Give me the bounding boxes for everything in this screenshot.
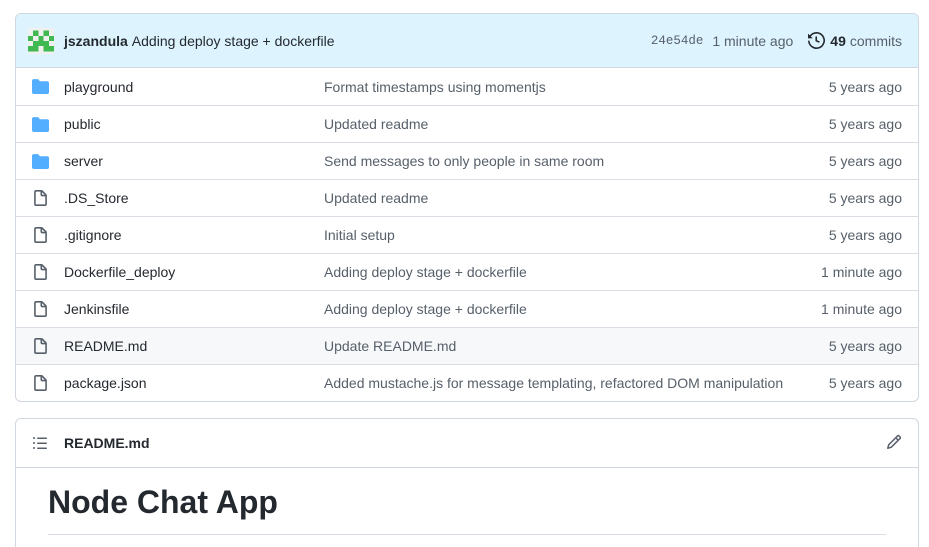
folder-icon xyxy=(32,78,49,95)
avatar[interactable] xyxy=(28,27,54,54)
readme-heading: Node Chat App xyxy=(48,484,886,535)
file-commit-message[interactable]: Format timestamps using momentjs xyxy=(324,79,546,95)
file-icon xyxy=(32,338,49,355)
commits-count: 49 xyxy=(830,32,846,49)
readme-filename[interactable]: README.md xyxy=(64,435,150,451)
file-commit-message[interactable]: Adding deploy stage + dockerfile xyxy=(324,264,527,280)
file-commit-message[interactable]: Added mustache.js for message templating… xyxy=(324,375,783,391)
file-row[interactable]: Dockerfile_deploy Adding deploy stage + d… xyxy=(16,253,918,290)
readme-panel: README.md Node Chat App xyxy=(15,418,919,547)
file-commit-age: 1 minute ago xyxy=(821,264,902,280)
file-name-link[interactable]: README.md xyxy=(64,338,147,354)
file-name-link[interactable]: .gitignore xyxy=(64,227,122,243)
file-row[interactable]: README.md Update README.md 5 years ago xyxy=(16,327,918,364)
file-name-link[interactable]: Jenkinsfile xyxy=(64,301,129,317)
file-row[interactable]: .DS_Store Updated readme 5 years ago xyxy=(16,179,918,216)
file-commit-age: 5 years ago xyxy=(828,153,902,169)
file-browser: jszandula Adding deploy stage + dockerfi… xyxy=(15,13,919,402)
file-icon xyxy=(32,375,49,392)
readme-header: README.md xyxy=(16,419,918,468)
commit-sha[interactable]: 24e54de xyxy=(651,34,704,48)
readme-content: Node Chat App xyxy=(16,468,918,535)
file-commit-age: 5 years ago xyxy=(828,375,902,391)
file-row[interactable]: playground Format timestamps using moment… xyxy=(16,68,918,105)
commit-time[interactable]: 1 minute ago xyxy=(712,33,793,49)
file-commit-age: 5 years ago xyxy=(828,227,902,243)
list-icon[interactable] xyxy=(32,435,48,451)
file-name-link[interactable]: .DS_Store xyxy=(64,190,129,206)
file-commit-message[interactable]: Initial setup xyxy=(324,227,395,243)
commit-meta: 24e54de 1 minute ago 49 commits xyxy=(651,32,902,49)
commits-link[interactable]: 49 commits xyxy=(808,32,902,49)
folder-icon xyxy=(32,153,49,170)
file-name-link[interactable]: server xyxy=(64,153,103,169)
commit-message[interactable]: Adding deploy stage + dockerfile xyxy=(132,33,335,49)
file-icon xyxy=(32,264,49,281)
file-row[interactable]: .gitignore Initial setup 5 years ago xyxy=(16,216,918,253)
pencil-icon[interactable] xyxy=(886,434,902,450)
file-commit-age: 5 years ago xyxy=(828,116,902,132)
latest-commit-bar: jszandula Adding deploy stage + dockerfi… xyxy=(16,14,918,68)
file-commit-age: 1 minute ago xyxy=(821,301,902,317)
file-row[interactable]: server Send messages to only people in sa… xyxy=(16,142,918,179)
file-name-link[interactable]: public xyxy=(64,116,101,132)
file-commit-message[interactable]: Updated readme xyxy=(324,116,428,132)
commit-author[interactable]: jszandula xyxy=(64,33,128,49)
file-icon xyxy=(32,190,49,207)
file-commit-message[interactable]: Updated readme xyxy=(324,190,428,206)
folder-icon xyxy=(32,116,49,133)
file-commit-age: 5 years ago xyxy=(828,338,902,354)
file-list: playground Format timestamps using moment… xyxy=(16,68,918,401)
file-commit-message[interactable]: Send messages to only people in same roo… xyxy=(324,153,604,169)
history-icon xyxy=(808,32,826,49)
file-commit-message[interactable]: Update README.md xyxy=(324,338,456,354)
file-row[interactable]: public Updated readme 5 years ago xyxy=(16,105,918,142)
file-commit-age: 5 years ago xyxy=(828,78,902,95)
file-row[interactable]: package.json Added mustache.js for messag… xyxy=(16,364,918,401)
file-name-link[interactable]: package.json xyxy=(64,375,147,391)
file-commit-message[interactable]: Adding deploy stage + dockerfile xyxy=(324,301,527,317)
commits-label: commits xyxy=(849,32,902,49)
file-name-link[interactable]: playground xyxy=(64,79,133,95)
file-row[interactable]: Jenkinsfile Adding deploy stage + dockerf… xyxy=(16,290,918,327)
file-icon xyxy=(32,227,49,244)
file-name-link[interactable]: Dockerfile_deploy xyxy=(64,264,175,280)
file-icon xyxy=(32,301,49,318)
file-commit-age: 5 years ago xyxy=(828,190,902,206)
